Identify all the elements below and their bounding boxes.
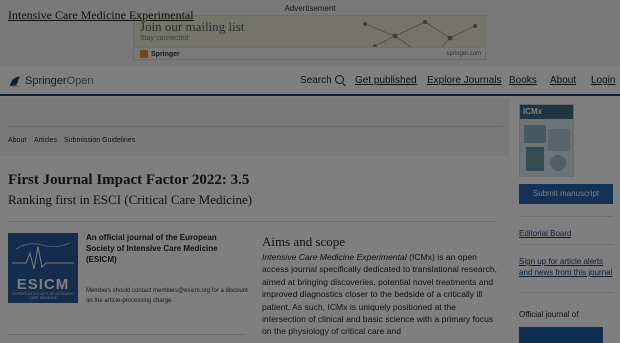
main-divider	[8, 221, 496, 222]
logo-text: SpringerOpen	[25, 75, 94, 87]
aims-description: (ICMx) is an open access journal specifi…	[262, 252, 498, 337]
banner-brand-label: Springer	[151, 50, 180, 58]
springer-horse-icon	[10, 76, 20, 87]
sidebar-divider	[519, 244, 613, 245]
article-alerts-link-line1[interactable]: Sign up for article alerts	[519, 256, 619, 267]
aims-journal-name: Intensive Care Medicine Experimental	[262, 252, 407, 262]
nav-get-published[interactable]: Get published	[355, 75, 417, 86]
cover-masthead: ICMx	[520, 105, 573, 119]
members-discount-text: Members should contact members@esicm.org…	[86, 288, 248, 304]
logo-brand: Springer	[25, 75, 67, 87]
sidebar-divider	[519, 216, 613, 217]
article-alerts-link-line2[interactable]: and news from this journal	[519, 267, 619, 278]
nav-books[interactable]: Books	[509, 75, 537, 86]
subnav-about[interactable]: About	[8, 137, 26, 144]
journal-cover-image[interactable]: ICMx	[519, 104, 574, 177]
search-icon	[334, 75, 344, 84]
banner-url: springer.com	[446, 51, 481, 57]
journal-title[interactable]: Intensive Care Medicine Experimental	[8, 8, 194, 23]
aims-scope-heading: Aims and scope	[262, 234, 346, 249]
left-column-divider	[8, 334, 246, 335]
nav-about[interactable]: About	[550, 75, 576, 86]
ranking-subheadline: Ranking first in ESCI (Critical Care Med…	[8, 192, 253, 207]
search-button[interactable]: Search	[300, 75, 344, 86]
nav-explore-journals[interactable]: Explore Journals	[427, 75, 501, 86]
subnav-articles[interactable]: Articles	[34, 137, 57, 144]
esicm-tagline: EUROPEAN SOCIETY OF INTENSIVE CARE MEDIC…	[12, 292, 74, 300]
search-label: Search	[300, 75, 332, 86]
esicm-sidebar-logo[interactable]	[519, 327, 603, 343]
banner-footer: Springer springer.com	[134, 47, 485, 59]
logo-suffix: Open	[66, 75, 94, 87]
banner-brand: Springer	[140, 50, 180, 58]
banner-subline: Stay connected	[140, 35, 189, 42]
aims-scope-text: Intensive Care Medicine Experimental (IC…	[262, 251, 502, 338]
band-divider	[8, 126, 502, 127]
sidebar-divider	[519, 292, 613, 293]
esicm-ecg-icon	[12, 242, 74, 270]
official-journal-label: Official journal of	[519, 310, 579, 319]
impact-factor-headline: First Journal Impact Factor 2022: 3.5	[8, 172, 250, 188]
springer-open-logo[interactable]: SpringerOpen	[8, 73, 94, 89]
esicm-logo[interactable]: ESICM EUROPEAN SOCIETY OF INTENSIVE CARE…	[8, 233, 78, 303]
nav-login[interactable]: Login	[591, 75, 615, 86]
site-header: SpringerOpen Search Get published Explor…	[0, 67, 620, 96]
official-journal-text: An official journal of the European Soci…	[86, 233, 218, 264]
esicm-wordmark: ESICM	[16, 276, 70, 293]
cover-artwork	[524, 125, 570, 171]
submit-manuscript-button[interactable]: Submit manuscript	[519, 184, 613, 204]
editorial-board-link[interactable]: Editorial Board	[519, 228, 619, 239]
journal-band	[0, 98, 510, 156]
subnav-submission-guidelines[interactable]: Submission Guidelines	[64, 137, 135, 144]
springer-icon	[140, 50, 148, 58]
